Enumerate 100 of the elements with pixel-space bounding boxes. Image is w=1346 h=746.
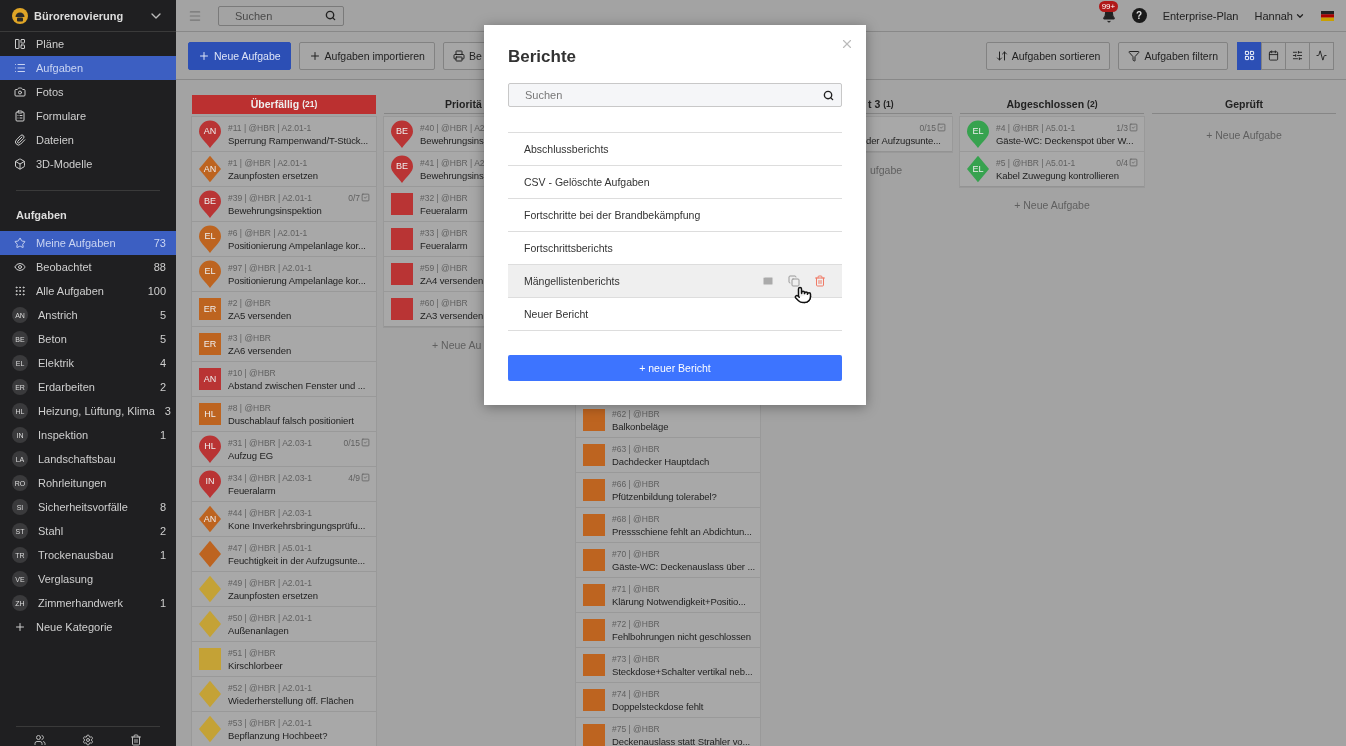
task-card[interactable]: #49 | @HBR | A2.01-1 Zaunpfosten ersetzen (192, 572, 376, 607)
task-card[interactable]: #63 | @HBR Dachdecker Hauptdach (576, 438, 760, 473)
filter-label: Stahl (38, 525, 65, 537)
camera-icon (14, 86, 26, 98)
task-card[interactable]: EL #5 | @HBR | A5.01-1 0/4 Kabel Zuwegung kontrollieren (960, 152, 1144, 187)
filter-label: Elektrik (38, 357, 76, 369)
toolbar-button[interactable]: Neue Aufgabe (188, 41, 291, 70)
pin-marker: BE (390, 120, 414, 148)
task-card[interactable]: IN #34 | @HBR | A2.03-1 4/9 Feueralarm (192, 467, 376, 502)
task-meta: #97 | @HBR | A2.01-1 (228, 262, 312, 273)
task-title: ZA6 versenden (228, 344, 292, 356)
view-toggle[interactable] (1237, 41, 1262, 70)
task-meta: #72 | @HBR (612, 618, 660, 629)
grid-icon (14, 285, 26, 297)
task-card[interactable]: HL #31 | @HBR | A2.03-1 0/15 Aufzug EG (192, 432, 376, 467)
task-card[interactable]: #52 | @HBR | A2.01-1 Wiederherstellung öff. Flächen (192, 677, 376, 712)
task-card[interactable]: EL #6 | @HBR | A2.01-1 Positionierung Ampelanlage kor... (192, 222, 376, 257)
column-title: t 3 (868, 98, 881, 110)
item-count: 5 (159, 333, 166, 345)
nav-item[interactable]: 3D-Modelle (0, 152, 176, 176)
nav-item[interactable]: Fotos (0, 80, 176, 104)
item-count: 1 (159, 429, 166, 441)
filter-item[interactable]: Alle Aufgaben 100 (0, 279, 176, 303)
nav-item[interactable]: Formulare (0, 104, 176, 128)
nav-item[interactable]: Dateien (0, 128, 176, 152)
task-title: Deckenauslass statt Strahler vo... (612, 735, 751, 746)
square-marker: AN (198, 365, 222, 393)
task-card[interactable]: #53 | @HBR | A2.01-1 Bepflanzung Hochbeet? (192, 712, 376, 746)
task-card[interactable]: HL #8 | @HBR Duschablauf falsch positioniert (192, 397, 376, 432)
task-card[interactable]: #68 | @HBR Pressschiene fehlt an Abdichtun... (576, 508, 760, 543)
task-card[interactable]: ER #3 | @HBR ZA6 versenden (192, 327, 376, 362)
view-toggle[interactable] (1285, 41, 1310, 70)
users-icon[interactable] (34, 734, 46, 746)
search-field[interactable]: Suchen (218, 5, 344, 26)
filter-item[interactable]: Meine Aufgaben 73 (0, 231, 176, 255)
settings-icon[interactable] (82, 734, 94, 746)
task-card[interactable]: #47 | @HBR | A5.01-1 Feuchtigkeit in der Aufzugsunte... (192, 537, 376, 572)
task-title: Kone Inverkehrsbringungsprüfu... (228, 519, 366, 531)
help-button[interactable]: ? (1131, 8, 1147, 23)
square-marker: ER (198, 330, 222, 358)
task-card[interactable]: #73 | @HBR Steckdose+Schalter vertikal neb... (576, 648, 760, 683)
task-card[interactable]: #71 | @HBR Klärung Notwendigkeit+Positio... (576, 578, 760, 613)
flag-icon[interactable] (1321, 10, 1334, 21)
task-meta: #73 | @HBR (612, 653, 660, 664)
filter-label: Erdarbeiten (38, 381, 96, 393)
nav-item[interactable]: Pläne (0, 32, 176, 56)
timeline-icon (1292, 50, 1303, 61)
new-report-button[interactable]: + neuer Bericht (508, 355, 842, 381)
task-card[interactable]: EL #97 | @HBR | A2.01-1 Positionierung Ampelanlage kor... (192, 257, 376, 292)
task-title: Zaunpfosten ersetzen (228, 169, 318, 181)
task-title: Fehlbohrungen nicht geschlossen (612, 630, 751, 642)
toolbar-button[interactable]: Aufgaben importieren (298, 41, 435, 70)
task-card[interactable]: #66 | @HBR Pfützenbildung tolerabel? (576, 473, 760, 508)
task-title: Gäste-WC: Deckenauslass über ... (612, 560, 756, 572)
task-card[interactable]: #75 | @HBR Deckenauslass statt Strahler vo... (576, 718, 760, 746)
trash-icon[interactable] (130, 734, 142, 746)
search-field[interactable]: Suchen (508, 83, 842, 107)
task-card[interactable]: #70 | @HBR Gäste-WC: Deckenauslass über ... (576, 543, 760, 578)
section-title: Aufgaben (15, 208, 68, 223)
square-marker: ER (198, 295, 222, 323)
plan-link[interactable]: Enterprise-Plan (1162, 9, 1239, 22)
pin-marker: BE (198, 190, 222, 218)
item-count: 2 (159, 381, 166, 393)
filter-label: Trockenausbau (38, 549, 115, 561)
task-meta: #59 | @HBR (420, 262, 468, 273)
view-toggle[interactable] (1261, 41, 1286, 70)
task-title: Positionierung Ampelanlage kor... (228, 239, 366, 251)
hand-cursor-icon (794, 286, 812, 304)
task-card[interactable]: #74 | @HBR Doppelsteckdose fehlt (576, 683, 760, 718)
filter-item[interactable]: Beobachtet 88 (0, 255, 176, 279)
square-marker: HL (198, 400, 222, 428)
task-card[interactable]: #50 | @HBR | A2.01-1 Außenanlagen (192, 607, 376, 642)
add-category-item[interactable]: Neue Kategorie (0, 615, 176, 639)
task-title: Kabel Zuwegung kontrollieren (996, 169, 1119, 181)
task-card[interactable]: AN #10 | @HBR Abstand zwischen Fenster und ... (192, 362, 376, 397)
task-card[interactable]: AN #44 | @HBR | A2.03-1 Kone Inverkehrsbringungsprüfu... (192, 502, 376, 537)
task-card[interactable]: AN #11 | @HBR | A2.01-1 Sperrung Rampenwand/T-Stück... (192, 117, 376, 152)
item-count: 1 (159, 549, 166, 561)
checkbox-icon (361, 193, 370, 202)
checkbox-icon (1129, 158, 1138, 167)
calendar-icon (1268, 50, 1279, 61)
column-count: (2) (1087, 99, 1098, 109)
cube-icon (14, 158, 26, 170)
task-meta: #8 | @HBR (228, 402, 271, 413)
task-card[interactable]: ER #2 | @HBR ZA5 versenden (192, 292, 376, 327)
toolbar-button[interactable]: Aufgaben sortieren (985, 41, 1111, 70)
task-card[interactable]: AN #1 | @HBR | A2.01-1 Zaunpfosten ersetzen (192, 152, 376, 187)
task-card[interactable]: #72 | @HBR Fehlbohrungen nicht geschlossen (576, 613, 760, 648)
nav-item[interactable]: Aufgaben (0, 56, 176, 80)
task-card[interactable]: BE #39 | @HBR | A2.01-1 0/7 Bewehrungsinspektion (192, 187, 376, 222)
view-toggle[interactable] (1309, 41, 1334, 70)
floor-plan-icon (14, 38, 26, 50)
user-menu[interactable]: Hannah (1254, 9, 1305, 22)
column-count: (21) (302, 99, 318, 109)
task-card[interactable]: #51 | @HBR Kirschlorbeer (192, 642, 376, 677)
task-meta: #70 | @HBR (612, 548, 660, 559)
task-title: Dachdecker Hauptdach (612, 455, 710, 467)
task-meta: #6 | @HBR | A2.01-1 (228, 227, 308, 238)
toolbar-button[interactable]: Aufgaben filtern (1118, 41, 1228, 70)
task-title: Feuchtigkeit in der Aufzugsunte... (228, 554, 366, 566)
